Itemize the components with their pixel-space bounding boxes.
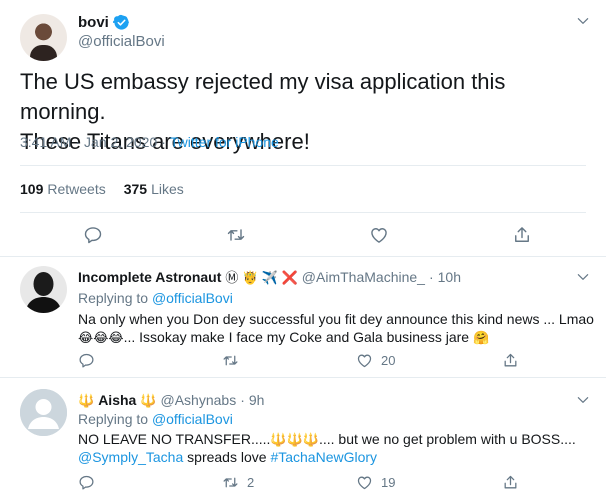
tweet-stats: 109 Retweets 375 Likes [20,181,184,197]
replying-to-link[interactable]: @officialBovi [152,290,233,306]
reply-text: .... but we no get problem with u BOSS..… [318,431,576,447]
reply-time[interactable]: 9h [249,392,265,408]
retweet-button[interactable]: 2 [222,474,254,491]
retweet-count: 2 [247,475,255,490]
divider [20,165,586,166]
divider [0,377,606,378]
tweet-text-line: The US embassy rejected my visa applicat… [20,69,506,124]
reply-icon[interactable] [78,474,95,491]
laugh-emojis: 😂😂😂 [78,330,124,345]
name-emojis: Ⓜ 🤴 ✈️ ❌ [225,269,298,285]
likes-label: Likes [151,181,184,197]
likes-count: 375 [123,181,148,197]
reply-handle[interactable]: @Ashynabs [161,392,237,408]
reply-handle[interactable]: @AimThaMachine_ [302,269,425,285]
meta-separator: · [428,269,434,285]
like-icon [357,476,372,490]
retweet-icon [223,477,238,488]
like-count: 19 [381,475,396,490]
like-button[interactable]: 20 [356,352,395,369]
replying-to-link[interactable]: @officialBovi [152,411,233,427]
reply-header: 🔱 Aisha 🔱 @Ashynabs · 9h [78,392,264,408]
retweet-icon[interactable] [222,352,239,369]
reply-text-line: @Symply_Tacha spreads love #TachaNewGlor… [78,447,377,467]
like-count: 20 [381,353,396,368]
replying-to: Replying to @officialBovi [78,409,233,429]
author-handle[interactable]: @officialBovi [78,33,165,50]
share-icon[interactable] [509,222,535,248]
hashtag-link[interactable]: #TachaNewGlory [270,449,377,465]
retweets-label: Retweets [47,181,106,197]
meta-separator: · [75,134,81,150]
thread-separator [0,256,606,266]
tweet-date[interactable]: Jan 2, 2020 [84,134,157,150]
tweet-source[interactable]: Twitter for iPhone [170,134,279,150]
author-name-row[interactable]: bovi [78,14,130,31]
retweets-stat[interactable]: 109 Retweets [20,181,106,197]
reply-text: ... Issokay make I face my Coke and Gala… [123,329,470,345]
reply-actions: 2 19 [78,474,538,494]
author-name[interactable]: bovi [78,14,109,31]
reply-avatar[interactable] [20,389,67,436]
tweet-meta: 3:41 AM · Jan 2, 2020 · Twitter for iPho… [20,134,279,150]
likes-stat[interactable]: 375 Likes [124,181,184,197]
author-avatar[interactable] [20,14,67,61]
tweet-actions [0,222,606,248]
chevron-down-icon[interactable] [574,391,592,409]
like-icon [357,354,372,368]
divider [20,212,586,213]
reply-tweet[interactable]: Incomplete Astronaut Ⓜ 🤴 ✈️ ❌ @AimThaMac… [0,266,606,377]
retweets-count: 109 [20,181,44,197]
retweet-icon[interactable] [223,222,249,248]
mention-link[interactable]: @Symply_Tacha [78,449,183,465]
replying-to: Replying to @officialBovi [78,288,233,308]
reply-header: Incomplete Astronaut Ⓜ 🤴 ✈️ ❌ @AimThaMac… [78,269,461,285]
meta-separator: · [161,134,166,150]
reply-text-line: Na only when you Don dey successful you … [78,311,594,327]
chevron-down-icon[interactable] [574,12,592,30]
like-icon[interactable] [366,222,392,248]
trident-emoji: 🔱 [140,392,157,408]
replying-prefix: Replying to [78,290,152,306]
reply-text: NO LEAVE NO TRANSFER..... [78,431,271,447]
reply-icon[interactable] [78,352,95,369]
chevron-down-icon[interactable] [574,268,592,286]
reply-author-name[interactable]: Incomplete Astronaut [78,269,221,285]
tweet-time[interactable]: 3:41 AM [20,134,71,150]
share-icon[interactable] [502,352,519,369]
reply-actions: 20 [78,352,538,372]
meta-separator: · [240,392,245,408]
reply-author-name[interactable]: Aisha [98,392,136,408]
hug-emoji: 🤗 [472,330,490,345]
like-button[interactable]: 19 [356,474,395,491]
reply-time[interactable]: 10h [438,269,461,285]
main-tweet: bovi @officialBovi The US embassy reject… [0,0,606,256]
reply-text-line: 😂😂😂... Issokay make I face my Coke and G… [78,327,489,347]
reply-tweet[interactable]: 🔱 Aisha 🔱 @Ashynabs · 9h Replying to @of… [0,389,606,503]
reply-text-line: NO LEAVE NO TRANSFER.....🔱🔱🔱.... but we … [78,429,576,449]
trident-emoji: 🔱 [78,392,95,408]
verified-badge-icon [112,14,130,31]
reply-icon[interactable] [80,222,106,248]
share-icon[interactable] [502,474,519,491]
reply-text: spreads love [183,449,271,465]
reply-avatar[interactable] [20,266,67,313]
trident-emojis: 🔱🔱🔱 [270,432,319,447]
replying-prefix: Replying to [78,411,152,427]
